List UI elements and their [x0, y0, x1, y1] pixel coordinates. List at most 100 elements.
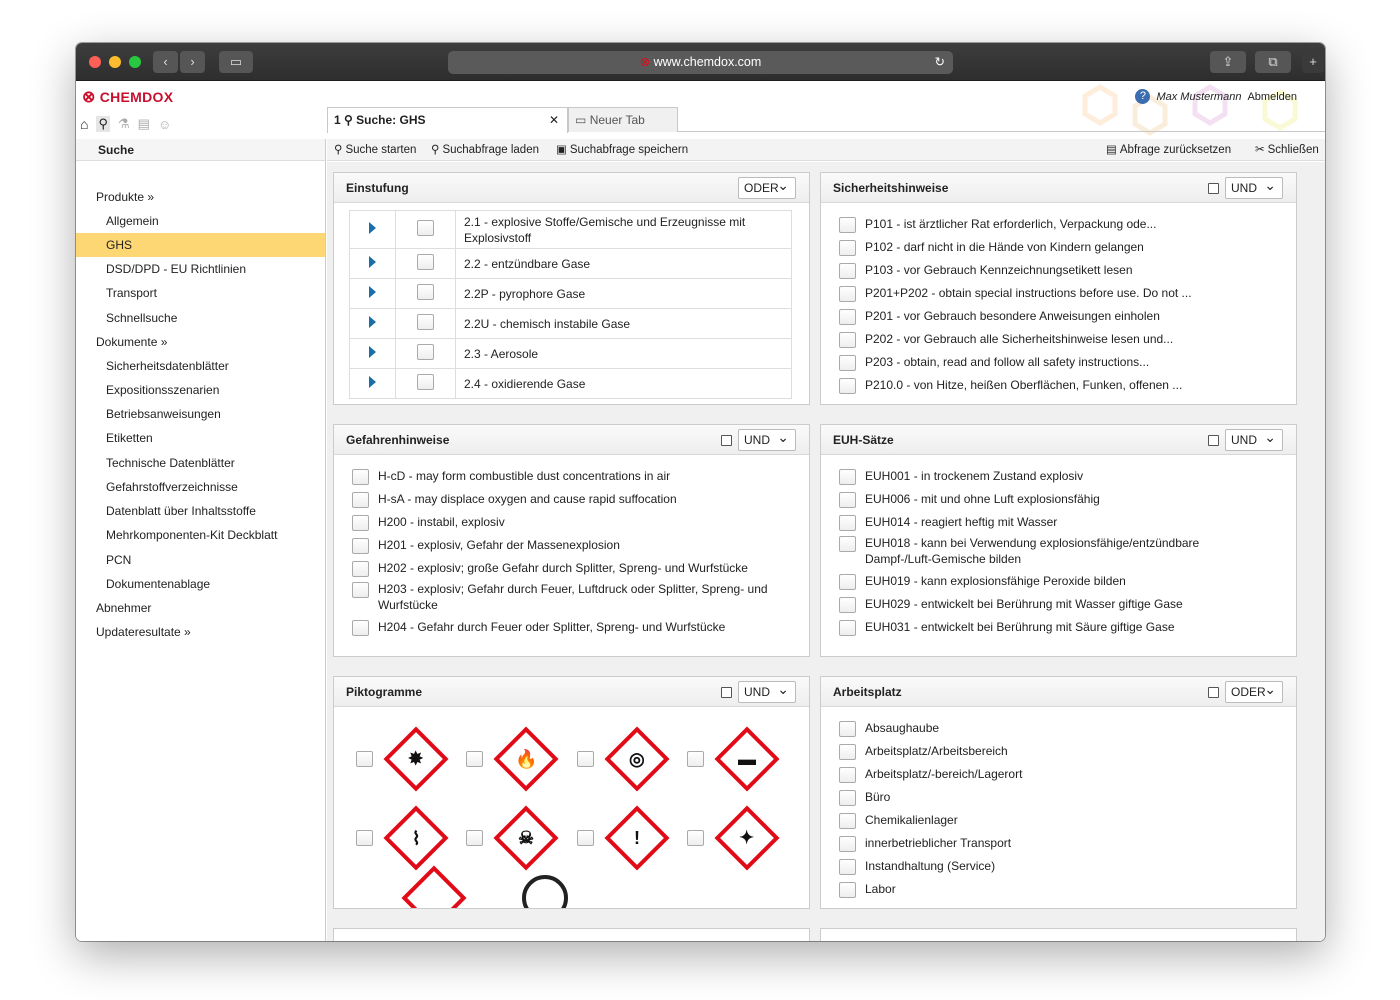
home-icon[interactable]: ⌂: [80, 116, 88, 132]
expand-arrow-icon[interactable]: [369, 256, 376, 268]
sidebar-item[interactable]: Schnellsuche: [76, 306, 325, 330]
row-checkbox[interactable]: [417, 344, 434, 360]
item-checkbox[interactable]: [839, 515, 856, 531]
sidebar-item[interactable]: Dokumentenablage: [76, 572, 325, 596]
table-row[interactable]: 2.3 - Aerosole: [349, 338, 792, 369]
logout-link[interactable]: Abmelden: [1247, 91, 1297, 103]
list-item[interactable]: Absaughaube: [839, 720, 1265, 737]
list-item[interactable]: Chemikalienlager: [839, 812, 1265, 829]
row-checkbox[interactable]: [417, 374, 434, 390]
operator-select[interactable]: UND: [738, 679, 796, 703]
list-item[interactable]: P210.0 - von Hitze, heißen Oberflächen, …: [839, 377, 1265, 394]
pictogram-option[interactable]: ✸: [356, 724, 451, 794]
item-checkbox[interactable]: [839, 286, 856, 302]
sidebar-item[interactable]: Gefahrstoffverzeichnisse: [76, 475, 325, 499]
list-item[interactable]: Büro: [839, 789, 1265, 806]
item-checkbox[interactable]: [352, 620, 369, 636]
pictogram-checkbox[interactable]: [356, 751, 373, 767]
item-checkbox[interactable]: [839, 263, 856, 279]
pictogram-option[interactable]: ✦: [687, 803, 782, 873]
item-checkbox[interactable]: [839, 790, 856, 806]
list-item[interactable]: P202 - vor Gebrauch alle Sicherheitshinw…: [839, 331, 1265, 348]
list-item[interactable]: H203 - explosiv; Gefahr durch Feuer, Luf…: [352, 581, 778, 613]
pictogram-checkbox[interactable]: [687, 751, 704, 767]
tab-search-ghs[interactable]: 1 ⚲ Suche: GHS ✕: [327, 107, 568, 133]
row-checkbox[interactable]: [417, 284, 434, 300]
list-item[interactable]: innerbetrieblicher Transport: [839, 835, 1265, 852]
list-item[interactable]: P102 - darf nicht in die Hände von Kinde…: [839, 239, 1265, 256]
item-checkbox[interactable]: [839, 767, 856, 783]
select-all-checkbox[interactable]: [1208, 686, 1219, 698]
list-item[interactable]: H-cD - may form combustible dust concent…: [352, 468, 778, 485]
pictogram-checkbox[interactable]: [577, 830, 594, 846]
pictogram-checkbox[interactable]: [356, 830, 373, 846]
url-bar[interactable]: ⊗ www.chemdox.com ↻: [448, 51, 953, 74]
operator-select[interactable]: UND: [738, 427, 796, 451]
list-item[interactable]: Arbeitsplatz/-bereich/Lagerort: [839, 766, 1265, 783]
list-item[interactable]: H200 - instabil, explosiv: [352, 514, 778, 531]
document-icon[interactable]: ▤: [138, 116, 150, 132]
item-checkbox[interactable]: [839, 378, 856, 394]
item-checkbox[interactable]: [839, 721, 856, 737]
sidebar-item[interactable]: Etiketten: [76, 426, 325, 450]
sidebar-item[interactable]: Technische Datenblätter: [76, 451, 325, 475]
list-item[interactable]: P103 - vor Gebrauch Kennzeichnungsetiket…: [839, 262, 1265, 279]
start-search-button[interactable]: ⚲ Suche starten: [334, 139, 416, 161]
item-checkbox[interactable]: [352, 469, 369, 485]
operator-select[interactable]: ODER: [738, 175, 796, 199]
item-checkbox[interactable]: [839, 469, 856, 485]
item-checkbox[interactable]: [352, 515, 369, 531]
select-all-checkbox[interactable]: [1208, 182, 1219, 194]
list-item[interactable]: EUH019 - kann explosionsfähige Peroxide …: [839, 573, 1265, 590]
item-checkbox[interactable]: [839, 813, 856, 829]
minimize-window-button[interactable]: [109, 56, 121, 68]
operator-select[interactable]: ODER: [1225, 679, 1283, 703]
item-checkbox[interactable]: [352, 582, 369, 598]
item-checkbox[interactable]: [352, 492, 369, 508]
sidebar-item[interactable]: Expositionsszenarien: [76, 378, 325, 402]
tab-new[interactable]: ▭ Neuer Tab: [568, 107, 678, 132]
substances-icon[interactable]: ⚗: [118, 116, 130, 132]
item-checkbox[interactable]: [839, 597, 856, 613]
sidebar-item[interactable]: Updateresultate »: [76, 620, 325, 644]
list-item[interactable]: H204 - Gefahr durch Feuer oder Splitter,…: [352, 619, 778, 636]
zoom-window-button[interactable]: [129, 56, 141, 68]
list-item[interactable]: P201 - vor Gebrauch besondere Anweisunge…: [839, 308, 1265, 325]
row-checkbox[interactable]: [417, 220, 434, 236]
save-query-button[interactable]: ▣ Suchabfrage speichern: [556, 139, 688, 161]
item-checkbox[interactable]: [839, 332, 856, 348]
list-item[interactable]: P201+P202 - obtain special instructions …: [839, 285, 1265, 302]
list-item[interactable]: EUH006 - mit und ohne Luft explosionsfäh…: [839, 491, 1265, 508]
item-checkbox[interactable]: [839, 836, 856, 852]
expand-arrow-icon[interactable]: [369, 222, 376, 234]
row-checkbox[interactable]: [417, 314, 434, 330]
operator-select[interactable]: UND: [1225, 427, 1283, 451]
list-item[interactable]: EUH029 - entwickelt bei Berührung mit Wa…: [839, 596, 1265, 613]
expand-arrow-icon[interactable]: [369, 346, 376, 358]
sidebar-item[interactable]: Sicherheitsdatenblätter: [76, 354, 325, 378]
sidebar-item[interactable]: GHS: [76, 233, 325, 257]
pictogram-checkbox[interactable]: [577, 751, 594, 767]
pictogram-option[interactable]: ◎: [577, 724, 672, 794]
pictogram-checkbox[interactable]: [466, 830, 483, 846]
sidebar-item[interactable]: Datenblatt über Inhaltsstoffe: [76, 499, 325, 523]
sidebar-item[interactable]: Betriebsanweisungen: [76, 402, 325, 426]
sidebar-item[interactable]: Dokumente »: [76, 330, 325, 354]
select-all-checkbox[interactable]: [1208, 434, 1219, 446]
list-item[interactable]: EUH001 - in trockenem Zustand explosiv: [839, 468, 1265, 485]
table-row[interactable]: 2.4 - oxidierende Gase: [349, 368, 792, 399]
share-button[interactable]: ⇪: [1210, 51, 1246, 73]
item-checkbox[interactable]: [839, 355, 856, 371]
item-checkbox[interactable]: [839, 492, 856, 508]
forward-button[interactable]: ›: [180, 51, 205, 73]
sidebar-item[interactable]: DSD/DPD - EU Richtlinien: [76, 257, 325, 281]
table-row[interactable]: 2.1 - explosive Stoffe/Gemische und Erze…: [349, 210, 792, 249]
load-query-button[interactable]: ⚲ Suchabfrage laden: [431, 139, 539, 161]
row-checkbox[interactable]: [417, 254, 434, 270]
pictogram-option[interactable]: 🔥: [466, 724, 561, 794]
select-all-checkbox[interactable]: [721, 686, 732, 698]
item-checkbox[interactable]: [839, 859, 856, 875]
back-button[interactable]: ‹: [153, 51, 178, 73]
list-item[interactable]: P101 - ist ärztlicher Rat erforderlich, …: [839, 216, 1265, 233]
sidebar-toggle-button[interactable]: ▭: [219, 51, 253, 73]
